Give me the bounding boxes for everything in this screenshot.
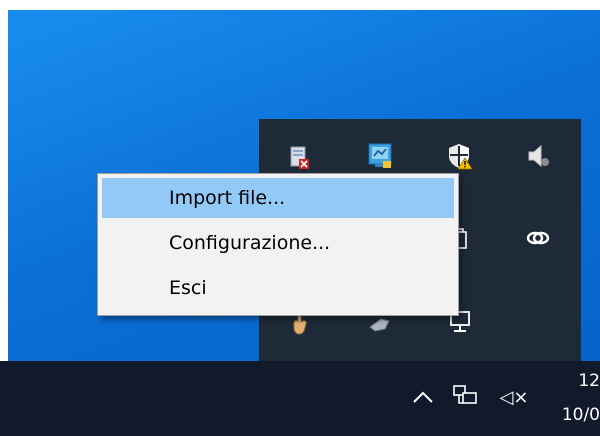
- clock-time: 12: [578, 371, 600, 391]
- volume-muted-icon[interactable]: ◁×: [494, 382, 534, 412]
- menu-item-configurazione[interactable]: Configurazione...: [102, 223, 454, 263]
- network-monitor-icon[interactable]: [365, 141, 395, 171]
- chevron-up-icon[interactable]: [408, 382, 438, 412]
- top-border: [0, 0, 600, 10]
- shield-warning-icon[interactable]: [445, 141, 475, 171]
- context-menu: Import file... Configurazione... Esci: [97, 173, 459, 316]
- menu-item-import-file[interactable]: Import file...: [102, 178, 454, 218]
- network-icon[interactable]: [448, 380, 482, 412]
- trash-doc-icon[interactable]: [285, 143, 315, 173]
- menu-item-label: Configurazione...: [169, 232, 331, 254]
- speaker-icon[interactable]: [523, 141, 553, 171]
- clock-date: 10/0: [561, 405, 600, 425]
- link-icon[interactable]: [523, 223, 553, 253]
- menu-item-label: Import file...: [169, 187, 286, 209]
- taskbar-clock[interactable]: 12 10/0: [560, 367, 600, 427]
- menu-item-esci[interactable]: Esci: [102, 268, 454, 308]
- menu-item-label: Esci: [169, 277, 207, 299]
